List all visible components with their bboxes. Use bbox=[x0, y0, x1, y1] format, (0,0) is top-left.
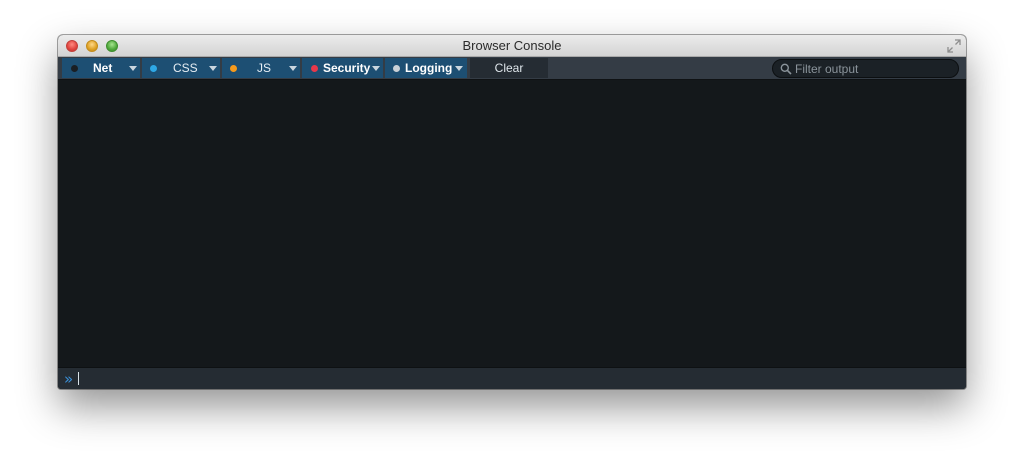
js-filter-button[interactable]: JS bbox=[222, 58, 300, 78]
dot-icon bbox=[311, 65, 318, 72]
dot-icon bbox=[393, 65, 400, 72]
chevron-down-icon[interactable] bbox=[289, 66, 297, 71]
filter-output-field[interactable] bbox=[772, 59, 959, 78]
css-filter-button[interactable]: CSS bbox=[142, 58, 220, 78]
browser-console-window: Browser Console Net CSS JS Security Logg… bbox=[58, 35, 966, 389]
window-title: Browser Console bbox=[462, 38, 562, 53]
dot-icon bbox=[71, 65, 78, 72]
console-output-area[interactable] bbox=[58, 80, 966, 367]
text-cursor bbox=[78, 372, 79, 385]
security-filter-label: Security bbox=[323, 61, 371, 75]
search-icon bbox=[780, 63, 792, 75]
js-filter-label: JS bbox=[257, 61, 272, 75]
net-filter-button[interactable]: Net bbox=[62, 58, 140, 78]
chevron-down-icon[interactable] bbox=[129, 66, 137, 71]
chevron-down-icon[interactable] bbox=[455, 66, 463, 71]
css-filter-label: CSS bbox=[173, 61, 198, 75]
title-bar[interactable]: Browser Console bbox=[58, 35, 966, 57]
filter-output-input[interactable] bbox=[795, 61, 950, 76]
logging-filter-button[interactable]: Logging bbox=[385, 58, 467, 78]
security-filter-button[interactable]: Security bbox=[302, 58, 383, 78]
fullscreen-icon[interactable] bbox=[947, 39, 961, 53]
console-input-line[interactable]: » bbox=[58, 367, 966, 389]
prompt-icon: » bbox=[64, 370, 74, 388]
chevron-down-icon[interactable] bbox=[209, 66, 217, 71]
dot-icon bbox=[150, 65, 157, 72]
net-filter-label: Net bbox=[93, 61, 113, 75]
chevron-down-icon[interactable] bbox=[372, 66, 380, 71]
clear-button[interactable]: Clear bbox=[470, 58, 548, 78]
logging-filter-label: Logging bbox=[405, 61, 453, 75]
console-toolbar: Net CSS JS Security Logging Clear bbox=[58, 57, 966, 80]
dot-icon bbox=[230, 65, 237, 72]
